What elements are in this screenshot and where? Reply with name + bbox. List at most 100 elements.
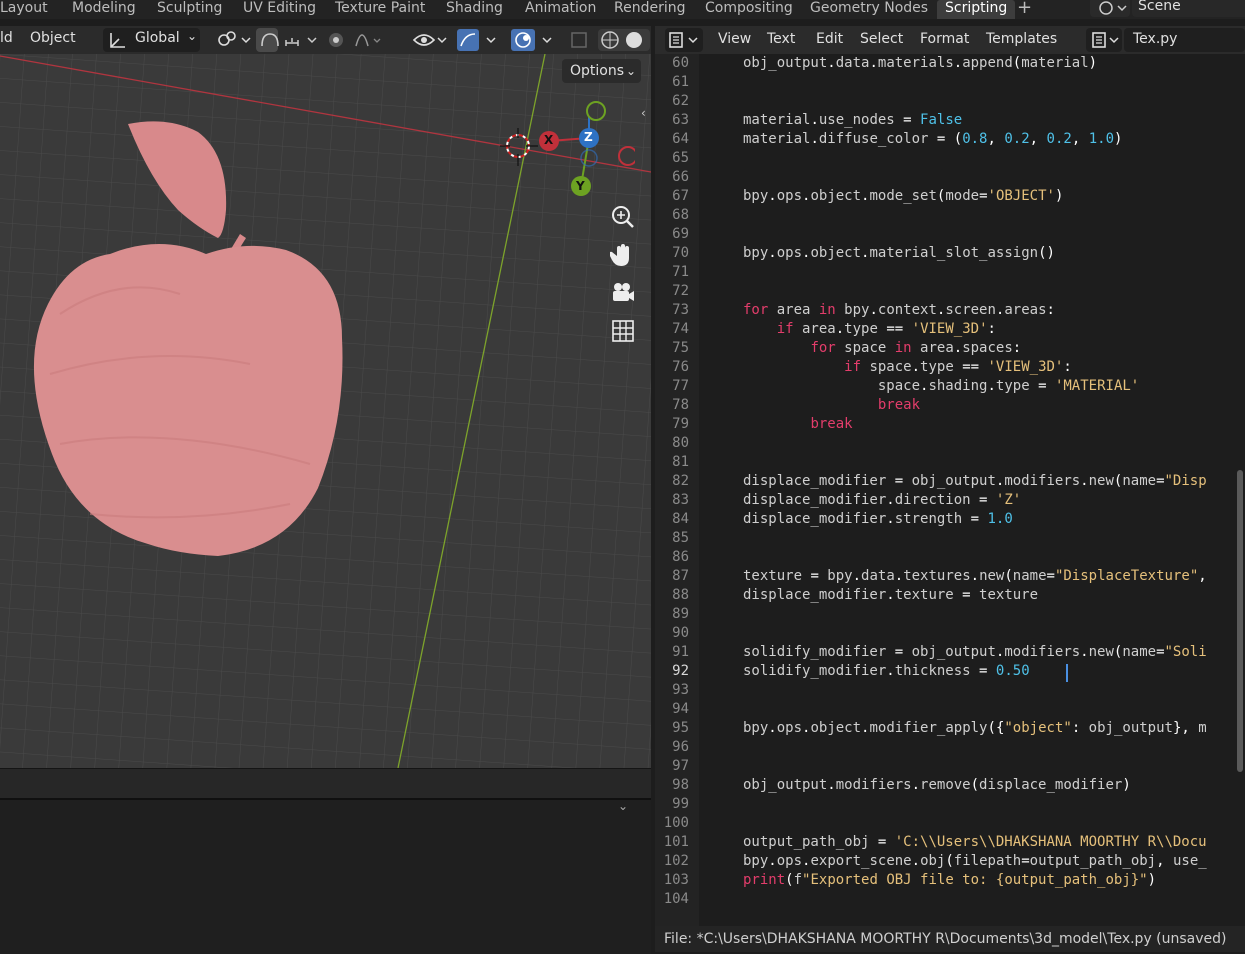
text-editor-icon bbox=[669, 32, 698, 48]
tab-compositing[interactable]: Compositing bbox=[705, 0, 793, 19]
line-number: 62 bbox=[672, 93, 689, 109]
camera-view-button[interactable] bbox=[606, 276, 640, 310]
navigation-gizmo[interactable] bbox=[535, 94, 635, 204]
add-workspace-icon[interactable]: + bbox=[1017, 0, 1032, 17]
code-line[interactable]: for area in bpy.context.screen.areas: bbox=[743, 302, 1055, 318]
code-line[interactable]: displace_modifier.texture = texture bbox=[743, 587, 1038, 603]
scene-type-dropdown[interactable] bbox=[1090, 0, 1130, 17]
chevron-down-icon[interactable]: ⌄ bbox=[618, 799, 628, 813]
code-line[interactable]: solidify_modifier = obj_output.modifiers… bbox=[743, 644, 1207, 660]
line-number: 72 bbox=[672, 283, 689, 299]
menu-select[interactable]: Select bbox=[860, 31, 903, 47]
scene-name: Scene bbox=[1138, 0, 1181, 14]
line-number: 94 bbox=[672, 701, 689, 717]
pivot-icon[interactable] bbox=[214, 30, 254, 50]
line-number: 78 bbox=[672, 397, 689, 413]
code-line[interactable]: break bbox=[743, 416, 852, 432]
code-line[interactable]: bpy.ops.object.modifier_apply({"object":… bbox=[743, 720, 1207, 736]
code-line[interactable]: space.shading.type = 'MATERIAL' bbox=[743, 378, 1139, 394]
line-number: 76 bbox=[672, 359, 689, 375]
line-number: 101 bbox=[663, 834, 689, 850]
pan-button[interactable] bbox=[606, 238, 640, 272]
gizmo-y-label: Y bbox=[576, 179, 585, 193]
gizmo-z-label: Z bbox=[584, 130, 593, 144]
options-button[interactable]: Options ⌄ bbox=[562, 59, 641, 83]
scene-icon bbox=[1099, 1, 1127, 15]
scrollbar-thumb[interactable] bbox=[1237, 470, 1243, 772]
line-number: 71 bbox=[672, 264, 689, 280]
console-panel[interactable]: ⌄ bbox=[0, 798, 651, 954]
gizmo-x-label: X bbox=[544, 133, 554, 147]
object-menu[interactable]: Object bbox=[30, 30, 76, 46]
camera-icon bbox=[613, 283, 634, 301]
menu-format[interactable]: Format bbox=[920, 31, 969, 47]
line-number: 84 bbox=[672, 511, 689, 527]
code-line[interactable]: bpy.ops.object.mode_set(mode='OBJECT') bbox=[743, 188, 1063, 204]
code-line[interactable]: break bbox=[743, 397, 920, 413]
tab-sculpting[interactable]: Sculpting bbox=[157, 0, 222, 19]
line-number: 73 bbox=[672, 302, 689, 318]
line-number: 61 bbox=[672, 74, 689, 90]
line-number: 91 bbox=[672, 644, 689, 660]
code-line[interactable]: material.diffuse_color = (0.8, 0.2, 0.2,… bbox=[743, 131, 1122, 147]
menu-templates[interactable]: Templates bbox=[986, 31, 1057, 47]
line-number: 70 bbox=[672, 245, 689, 261]
line-number: 77 bbox=[672, 378, 689, 394]
code-line[interactable]: displace_modifier.direction = 'Z' bbox=[743, 492, 1021, 508]
code-line[interactable]: bpy.ops.export_scene.obj(filepath=output… bbox=[743, 853, 1207, 869]
code-line[interactable]: if space.type == 'VIEW_3D': bbox=[743, 359, 1072, 375]
proportional-edit-icon[interactable] bbox=[326, 30, 386, 50]
overlay-icon[interactable] bbox=[511, 29, 561, 51]
viewport-menu-partial[interactable]: ld bbox=[0, 30, 13, 46]
line-number: 87 bbox=[672, 568, 689, 584]
chevron-down-icon: ⌄ bbox=[187, 29, 198, 43]
tab-layout[interactable]: Layout bbox=[0, 0, 48, 19]
code-line[interactable]: obj_output.data.materials.append(materia… bbox=[743, 55, 1097, 71]
shading-modes-icon[interactable] bbox=[568, 29, 652, 51]
code-area[interactable] bbox=[699, 54, 1245, 926]
code-line[interactable]: print(f"Exported OBJ file to: {output_pa… bbox=[743, 872, 1156, 888]
orientation-value: Global bbox=[135, 30, 180, 46]
tab-shading[interactable]: Shading bbox=[446, 0, 503, 19]
tab-texture-paint[interactable]: Texture Paint bbox=[335, 0, 425, 19]
code-line[interactable]: bpy.ops.object.material_slot_assign() bbox=[743, 245, 1055, 261]
code-line[interactable]: texture = bpy.data.textures.new(name="Di… bbox=[743, 568, 1207, 584]
text-cursor bbox=[1066, 664, 1068, 682]
line-number: 97 bbox=[672, 758, 689, 774]
3d-viewport[interactable]: X Z Y ‹ bbox=[0, 54, 651, 768]
text-file-icon bbox=[1092, 32, 1119, 48]
line-number: 85 bbox=[672, 530, 689, 546]
editor-type-dropdown[interactable] bbox=[665, 28, 703, 52]
menu-edit[interactable]: Edit bbox=[816, 31, 843, 47]
line-number: 68 bbox=[672, 207, 689, 223]
tab-rendering[interactable]: Rendering bbox=[614, 0, 686, 19]
visibility-icon[interactable] bbox=[410, 29, 500, 51]
code-line[interactable]: solidify_modifier.thickness = 0.50 bbox=[743, 663, 1030, 679]
ortho-toggle-button[interactable] bbox=[606, 314, 640, 348]
status-text: File: *C:\Users\DHAKSHANA MOORTHY R\Docu… bbox=[664, 931, 1227, 947]
grid-icon bbox=[612, 320, 634, 342]
zoom-button[interactable] bbox=[606, 200, 640, 234]
code-line[interactable]: for space in area.spaces: bbox=[743, 340, 1021, 356]
sidebar-toggle-icon[interactable]: ‹ bbox=[641, 106, 646, 120]
tab-uv-editing[interactable]: UV Editing bbox=[243, 0, 316, 19]
line-number: 81 bbox=[672, 454, 689, 470]
code-line[interactable]: material.use_nodes = False bbox=[743, 112, 962, 128]
code-line[interactable]: displace_modifier = obj_output.modifiers… bbox=[743, 473, 1207, 489]
line-number: 104 bbox=[663, 891, 689, 907]
tab-animation[interactable]: Animation bbox=[525, 0, 596, 19]
tab-scripting[interactable]: Scripting bbox=[937, 0, 1016, 19]
timeline-strip bbox=[0, 768, 651, 799]
code-line[interactable]: obj_output.modifiers.remove(displace_mod… bbox=[743, 777, 1131, 793]
line-number: 90 bbox=[672, 625, 689, 641]
menu-view[interactable]: View bbox=[718, 31, 751, 47]
text-datablock-dropdown[interactable] bbox=[1086, 28, 1122, 52]
tab-geometry-nodes[interactable]: Geometry Nodes bbox=[810, 0, 928, 19]
tab-modeling[interactable]: Modeling bbox=[72, 0, 136, 19]
menu-text[interactable]: Text bbox=[767, 31, 795, 47]
line-number: 82 bbox=[672, 473, 689, 489]
code-line[interactable]: output_path_obj = 'C:\\Users\\DHAKSHANA … bbox=[743, 834, 1207, 850]
code-line[interactable]: displace_modifier.strength = 1.0 bbox=[743, 511, 1013, 527]
code-line[interactable]: if area.type == 'VIEW_3D': bbox=[743, 321, 996, 337]
line-number: 102 bbox=[663, 853, 689, 869]
